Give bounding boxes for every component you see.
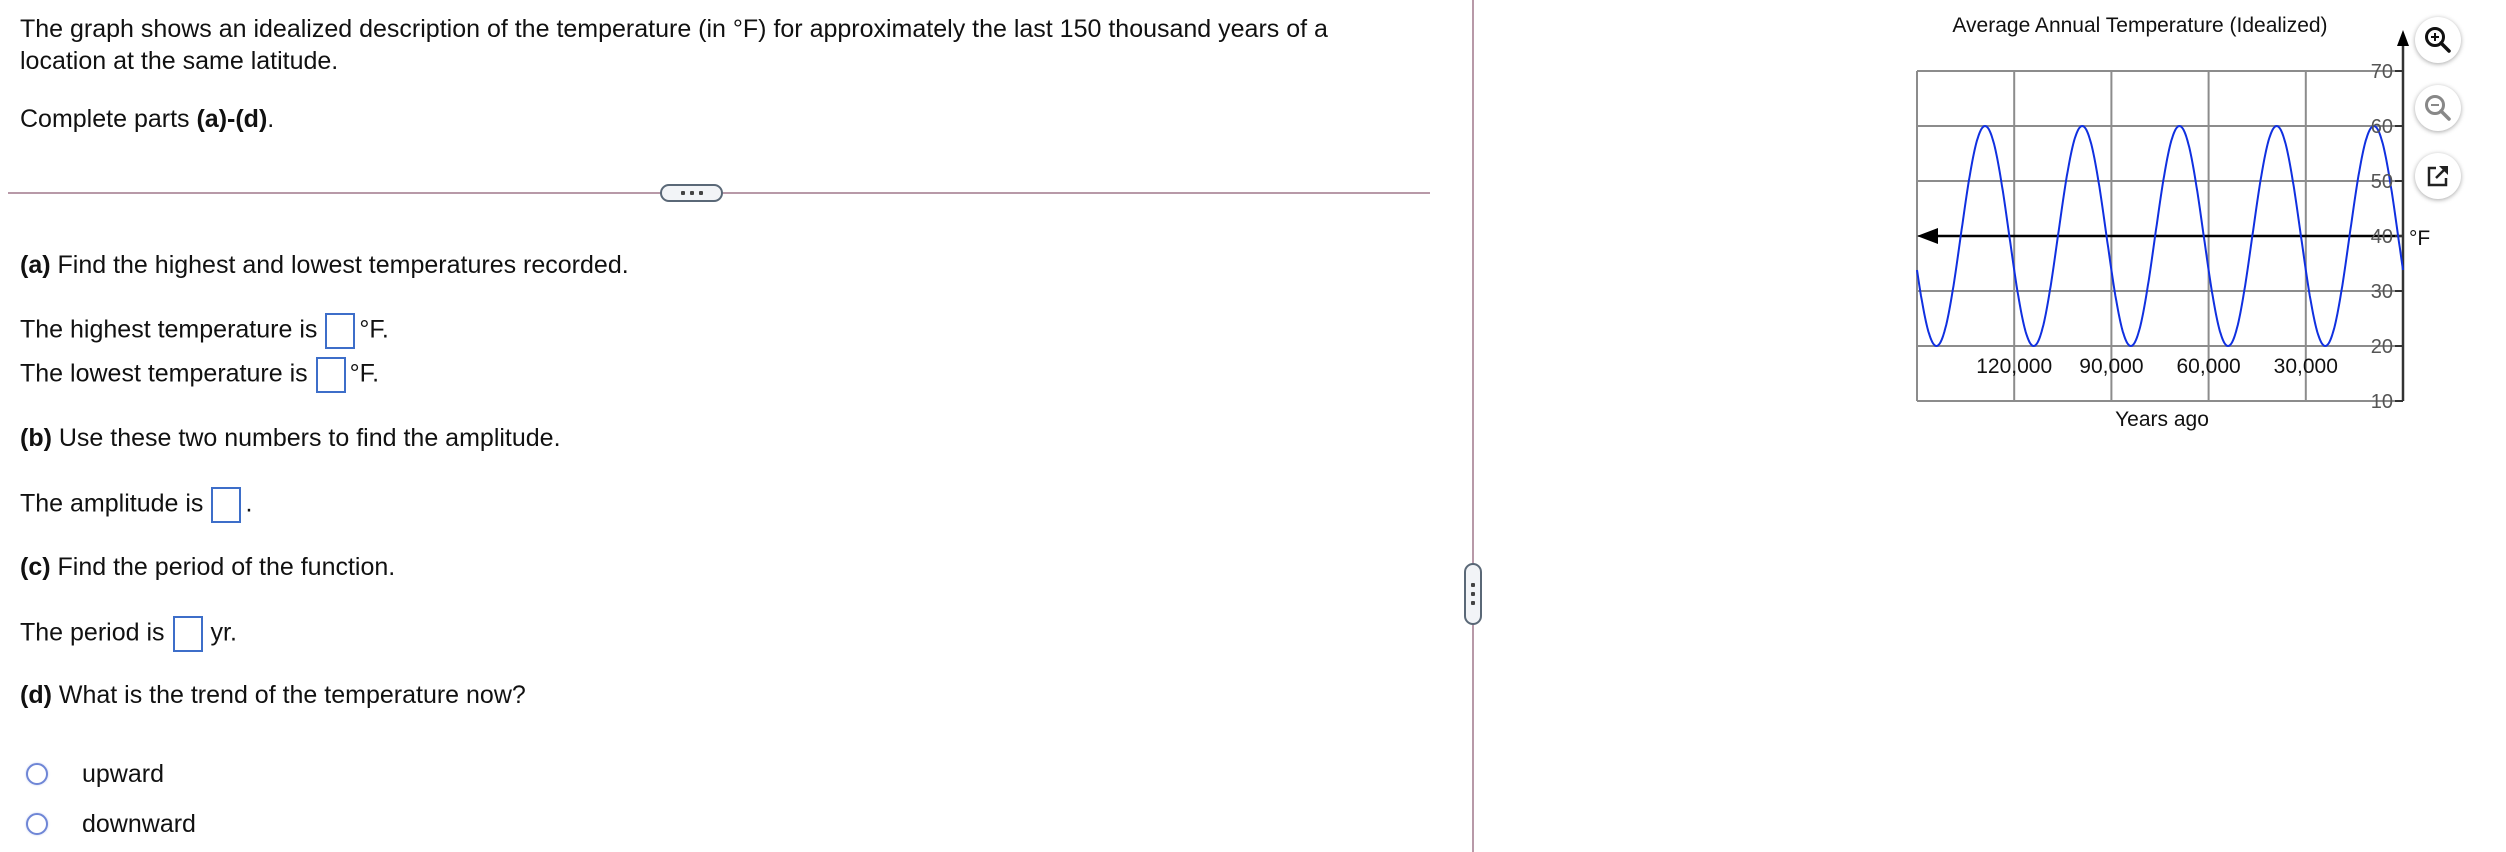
zoom-out-button[interactable] bbox=[2415, 85, 2461, 131]
y-axis-arrow-icon bbox=[2397, 30, 2409, 46]
x-tick-label: 90,000 bbox=[2079, 355, 2143, 378]
open-external-button[interactable] bbox=[2415, 153, 2461, 199]
zoom-in-button[interactable] bbox=[2415, 17, 2461, 63]
x-tick-label: 60,000 bbox=[2176, 355, 2240, 378]
y-tick-label: 20 bbox=[2371, 336, 2393, 358]
y-tick-label: 30 bbox=[2371, 281, 2393, 303]
chart-title: Average Annual Temperature (Idealized) bbox=[1952, 14, 2327, 37]
x-tick-label: 30,000 bbox=[2274, 355, 2338, 378]
y-tick-label: 50 bbox=[2371, 171, 2393, 193]
y-tick-label: 40 bbox=[2371, 226, 2393, 248]
x-axis-label: Years ago bbox=[2115, 408, 2209, 431]
y-tick-label: 10 bbox=[2371, 391, 2393, 413]
external-link-icon bbox=[2427, 166, 2448, 187]
zoom-in-icon bbox=[2425, 27, 2451, 53]
zoom-out-icon bbox=[2425, 95, 2451, 121]
x-axis-arrow-icon bbox=[1917, 228, 1938, 244]
x-tick-label: 120,000 bbox=[1976, 355, 2052, 378]
y-axis-unit-label: °F bbox=[2409, 227, 2430, 250]
y-tick-label: 70 bbox=[2371, 61, 2393, 83]
y-tick-label: 60 bbox=[2371, 116, 2393, 138]
temperature-chart: Average Annual Temperature (Idealized) 1… bbox=[1916, 14, 2430, 431]
